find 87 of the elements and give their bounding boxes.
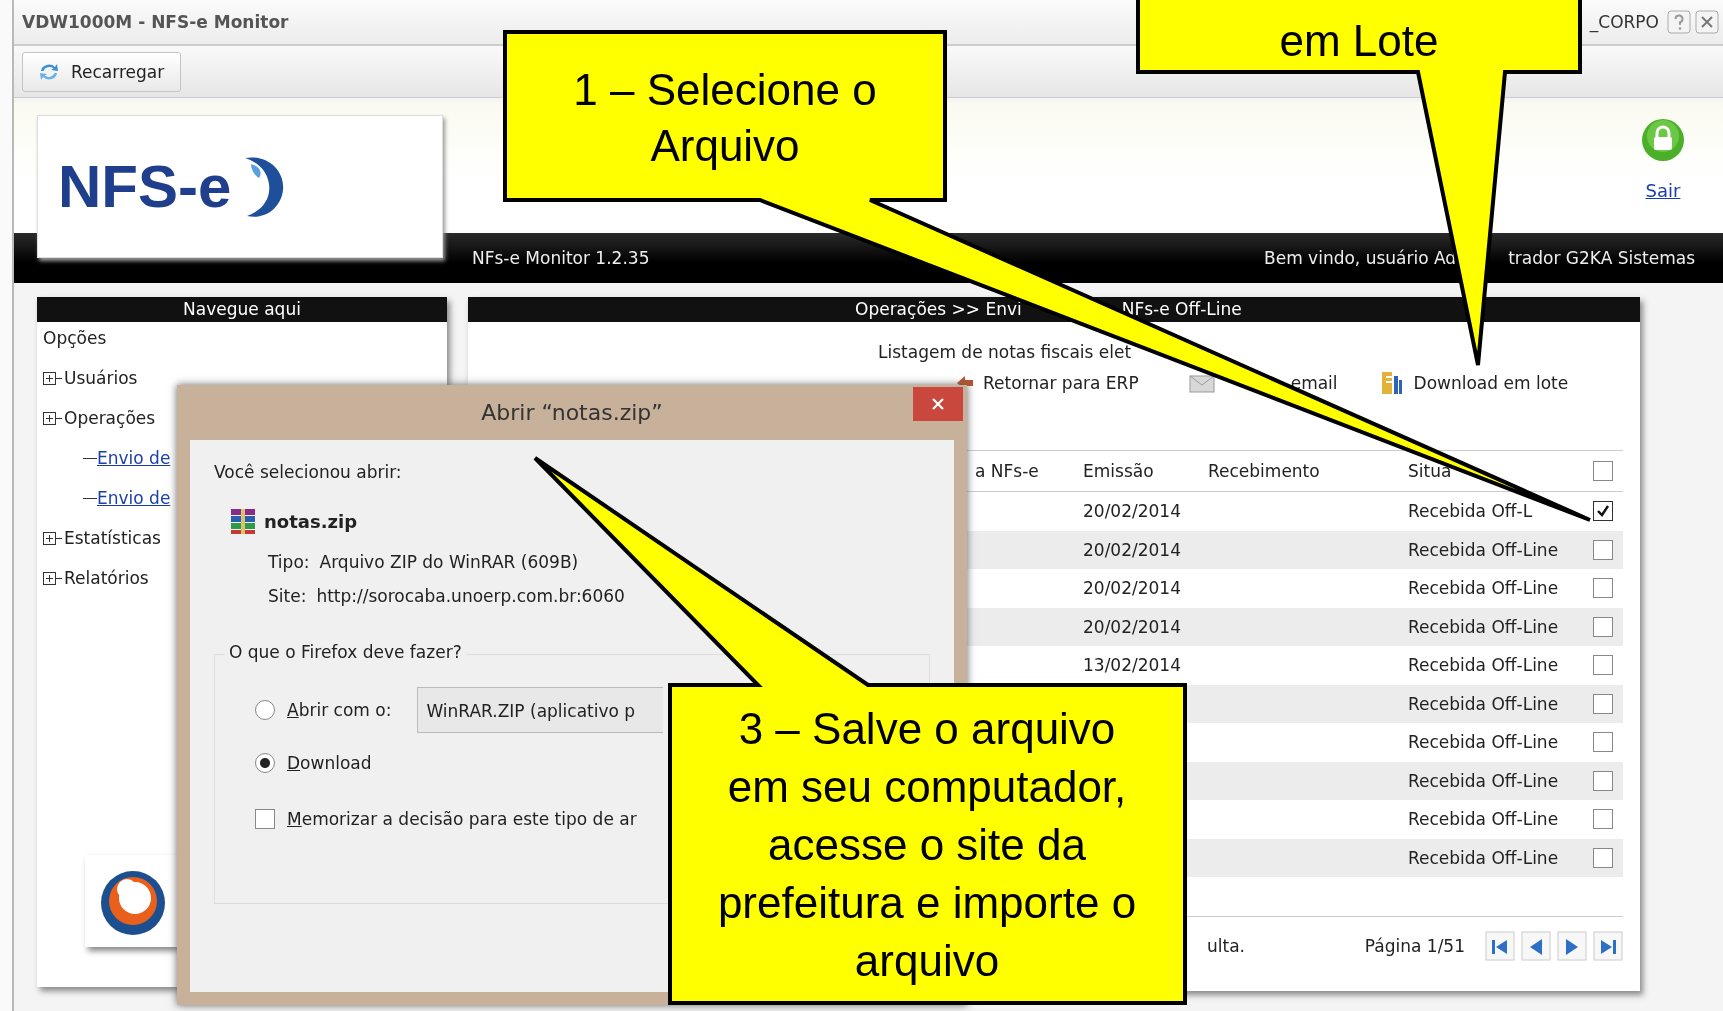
- row-checkbox[interactable]: [1592, 809, 1613, 830]
- result-text: ulta.: [1207, 936, 1246, 956]
- action-link[interactable]: Retornar para ERP: [983, 373, 1139, 393]
- status-cell-text: Recebida Off-Line: [1408, 809, 1560, 830]
- app-dropdown[interactable]: WinRAR.ZIP (aplicativo p: [417, 687, 664, 733]
- close-icon[interactable]: [1695, 10, 1719, 34]
- expand-icon[interactable]: [43, 531, 56, 545]
- dialog-text: Você selecionou abrir:: [214, 462, 403, 482]
- field-label: Site:: [268, 586, 307, 606]
- tree-link[interactable]: Envio de: [97, 488, 171, 508]
- last-page-icon[interactable]: [1593, 931, 1623, 961]
- list-title: Listagem de notas fiscais elet: [878, 342, 1133, 362]
- panel-header: Operações >> Envi: [855, 298, 1022, 321]
- callout-text: em Lote: [1278, 16, 1440, 66]
- row-checkbox[interactable]: [1592, 693, 1613, 714]
- column-header: Recebimento: [1208, 461, 1321, 481]
- row-checkbox[interactable]: [1592, 655, 1613, 676]
- tree-item[interactable]: Estatísticas: [64, 528, 161, 548]
- date-cell: 20/02/2014: [1083, 539, 1181, 560]
- envelope-icon[interactable]: [1188, 372, 1215, 394]
- previous-page-icon[interactable]: [1521, 931, 1551, 961]
- option-label[interactable]: Download: [287, 753, 372, 773]
- row-checkbox[interactable]: [1592, 847, 1613, 868]
- logout-link[interactable]: Sair: [1645, 180, 1681, 201]
- field-value: Arquivo ZIP do WinRAR (609B): [319, 552, 579, 572]
- row-checkbox[interactable]: [1592, 616, 1613, 637]
- status-cell-text: Recebida Off-L: [1408, 501, 1534, 522]
- expand-icon[interactable]: [43, 371, 56, 385]
- tree-link[interactable]: Envio de: [97, 448, 171, 468]
- row-checkbox[interactable]: [1592, 732, 1613, 753]
- date-cell: 20/02/2014: [1083, 578, 1181, 599]
- tree-item[interactable]: Operações: [64, 408, 156, 428]
- row-checkbox[interactable]: [1592, 539, 1613, 560]
- callout-text: 1 – Selecione o Arquivo: [572, 64, 878, 172]
- column-header: Emissão: [1083, 461, 1155, 481]
- action-link[interactable]: email: [1290, 373, 1338, 393]
- archive-icon: [228, 506, 258, 536]
- tree-root: Opções: [43, 328, 108, 348]
- lock-icon[interactable]: [1639, 116, 1687, 164]
- option-label[interactable]: Abrir com o:: [287, 700, 392, 720]
- select-all-checkbox[interactable]: [1592, 461, 1613, 481]
- expand-icon[interactable]: [43, 571, 56, 585]
- close-icon[interactable]: [913, 387, 963, 421]
- window-title: VDW1000M - NFS-e Monitor: [22, 12, 290, 32]
- status-cell-text: Recebida Off-Line: [1408, 578, 1560, 599]
- row-checkbox[interactable]: [1592, 578, 1613, 599]
- row-checkbox[interactable]: [1592, 770, 1613, 791]
- radio-button[interactable]: [255, 700, 275, 720]
- welcome-text: trador G2KA Sistemas: [1508, 248, 1695, 268]
- row-checkbox[interactable]: [1592, 501, 1613, 522]
- checkbox-label[interactable]: Memorizar a decisão para este tipo de ar: [287, 809, 637, 829]
- status-cell-text: Recebida Off-Line: [1408, 693, 1560, 714]
- date-cell: 13/02/2014: [1083, 655, 1181, 676]
- expand-icon[interactable]: [43, 411, 56, 425]
- status-cell-text: Recebida Off-Line: [1408, 539, 1560, 560]
- reload-button[interactable]: Recarregar: [22, 51, 182, 92]
- date-cell: 20/02/2014: [1083, 501, 1181, 522]
- status-cell-text: Recebida Off-Line: [1408, 847, 1560, 868]
- radio-button[interactable]: [255, 753, 275, 773]
- column-header: Situa: [1408, 461, 1453, 481]
- logo-text: NFS-e: [58, 152, 232, 221]
- version-label: NFs-e Monitor 1.2.35: [472, 248, 651, 268]
- checkbox[interactable]: [255, 809, 275, 829]
- date-cell: 20/02/2014: [1083, 616, 1181, 637]
- status-cell-text: Recebida Off-Line: [1408, 655, 1560, 676]
- file-name: notas.zip: [264, 510, 357, 532]
- panel-header: NFs-e Off-Line: [1121, 298, 1242, 321]
- welcome-text: Bem vindo, usuário Ad: [1264, 248, 1457, 268]
- window-label: _CORPO: [1589, 12, 1659, 32]
- help-icon[interactable]: [1667, 10, 1691, 34]
- file-stack-icon[interactable]: [1379, 370, 1404, 396]
- first-page-icon[interactable]: [1485, 931, 1515, 961]
- tree-item[interactable]: Usuários: [64, 368, 138, 388]
- group-title: O que o Firefox deve fazer?: [225, 642, 466, 662]
- dialog-title: Abrir “notas.zip”: [481, 400, 663, 425]
- status-cell-text: Recebida Off-Line: [1408, 770, 1560, 791]
- field-label: Tipo:: [268, 552, 310, 572]
- page-indicator: Página 1/51: [1364, 936, 1465, 956]
- status-cell-text: Recebida Off-Line: [1408, 616, 1560, 637]
- callout-text: 3 – Salve o arquivo em seu computador, acesse o site da prefeitura e importe o arquivo: [716, 703, 1138, 987]
- next-page-icon[interactable]: [1557, 931, 1587, 961]
- action-link[interactable]: Download em lote: [1413, 373, 1569, 393]
- column-header: a NFs-e: [975, 461, 1040, 481]
- status-cell-text: Recebida Off-Line: [1408, 732, 1560, 753]
- panel-header: Navegue aqui: [37, 297, 447, 322]
- tree-item[interactable]: Relatórios: [64, 568, 149, 588]
- field-value: http://sorocaba.unoerp.com.br:6060: [316, 586, 625, 606]
